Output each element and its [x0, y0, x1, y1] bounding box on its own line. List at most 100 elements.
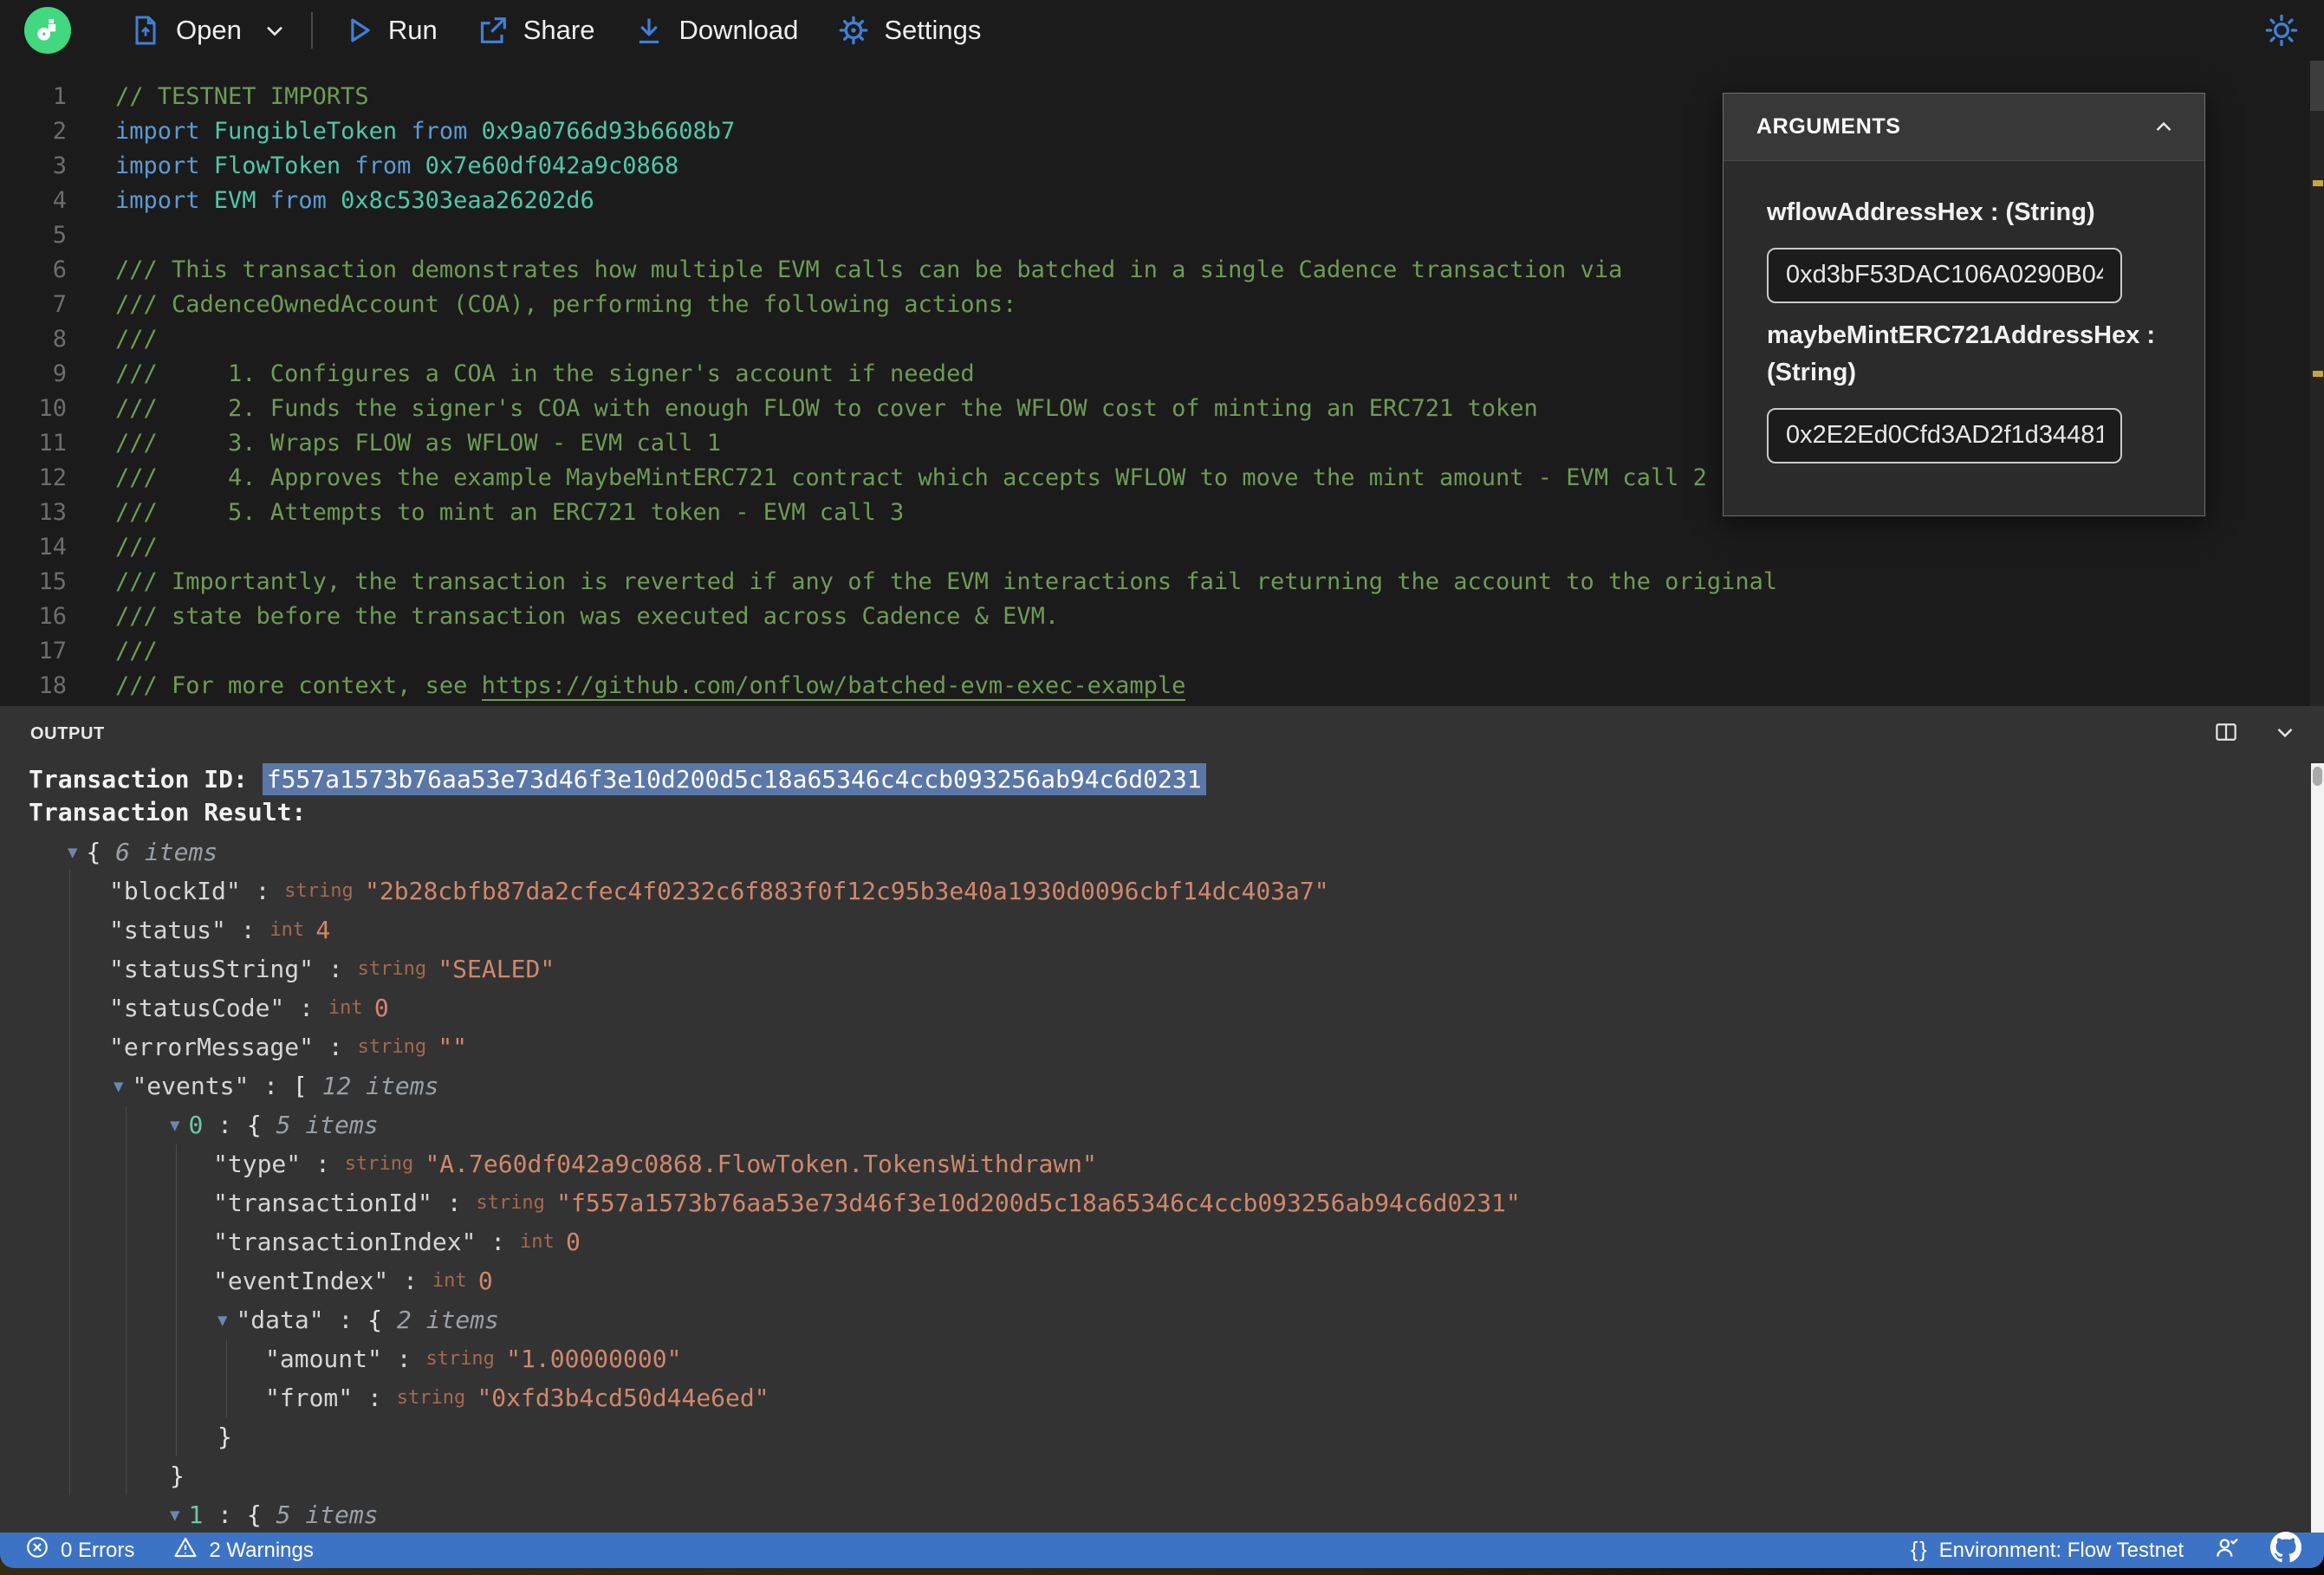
line-number: 10: [38, 395, 67, 422]
maybe-mint-erc721-address-input[interactable]: [1767, 407, 2122, 463]
line-number: 7: [52, 291, 67, 318]
output-scrollbar-thumb[interactable]: [2313, 767, 2322, 786]
download-button[interactable]: Download: [633, 14, 798, 47]
code-line: 14///: [0, 530, 2324, 565]
warning-marker: [2313, 371, 2323, 377]
editor-overview-ruler[interactable]: [2310, 61, 2324, 706]
output-tree-row: "amount" : string "1.00000000": [265, 1345, 682, 1373]
open-dropdown-button[interactable]: [261, 16, 289, 44]
line-number: 15: [38, 568, 67, 595]
settings-label: Settings: [884, 15, 982, 45]
output-tree-row: ▼ 0 : { 5 items: [170, 1111, 379, 1139]
run-label: Run: [387, 15, 438, 45]
open-file-icon: [128, 13, 163, 48]
output-tree-row: "errorMessage" : string "": [109, 1033, 468, 1061]
output-tree-row: "type" : string "A.7e60df042a9c0868.Flow…: [213, 1150, 1097, 1178]
playground-window: Open Run Share Download Settings 1 // TE…: [0, 0, 2324, 1568]
line-number: 8: [52, 326, 67, 353]
theme-toggle-button[interactable]: [2263, 12, 2300, 49]
output-content: Transaction ID: f557a1573b76aa53e73d46f3…: [0, 762, 2324, 1568]
gear-icon: [836, 13, 871, 48]
output-title: OUTPUT: [30, 723, 105, 743]
feedback-person-icon[interactable]: [2213, 1533, 2241, 1567]
open-label: Open: [176, 15, 242, 45]
arguments-panel-body: wflowAddressHex : (String) maybeMintERC7…: [1724, 161, 2204, 515]
output-tree-row: "statusString" : string "SEALED": [109, 955, 555, 983]
line-number: 3: [52, 152, 67, 179]
environment-label: Environment: Flow Testnet: [1938, 1538, 2184, 1562]
code-line: 17///: [0, 634, 2324, 669]
tree-collapse-toggle[interactable]: ▼: [217, 1311, 227, 1330]
github-icon[interactable]: [2270, 1532, 2301, 1568]
settings-button[interactable]: Settings: [836, 13, 981, 48]
code-line: 15/// Importantly, the transaction is re…: [0, 565, 2324, 600]
chevron-up-icon[interactable]: [2151, 114, 2177, 140]
chevron-down-icon[interactable]: [2272, 719, 2298, 749]
warning-triangle-icon: [172, 1534, 198, 1566]
arguments-panel-header[interactable]: ARGUMENTS: [1724, 94, 2204, 161]
status-bar: 0 Errors 2 Warnings {} Environment: Flow…: [0, 1532, 2324, 1568]
line-number: 17: [38, 638, 67, 664]
line-number: 6: [52, 256, 67, 283]
open-button[interactable]: Open: [128, 13, 242, 48]
output-tree-row: "eventIndex" : int 0: [213, 1267, 493, 1295]
transaction-id-line: Transaction ID: f557a1573b76aa53e73d46f3…: [29, 763, 2324, 796]
output-tree-row: ▼{ 6 items: [68, 838, 218, 866]
split-view-icon[interactable]: [2213, 719, 2239, 749]
transaction-id-label: Transaction ID:: [29, 765, 263, 794]
output-tree-row: ▼ 1 : { 5 items: [170, 1500, 379, 1529]
line-number: 11: [38, 430, 67, 457]
share-icon: [476, 13, 510, 48]
line-number: 18: [38, 672, 67, 699]
warnings-status[interactable]: 2 Warnings: [172, 1534, 314, 1566]
output-tree-row: "blockId" : string "2b28cbfb87da2cfec4f0…: [109, 877, 1329, 905]
output-tree-row: }: [217, 1423, 232, 1451]
output-scrollbar[interactable]: [2311, 763, 2324, 1533]
line-number: 14: [38, 534, 67, 561]
download-label: Download: [678, 15, 799, 45]
output-tree-row: "statusCode" : int 0: [109, 994, 389, 1022]
tree-collapse-toggle[interactable]: ▼: [170, 1506, 179, 1525]
output-tree-row: "transactionIndex" : int 0: [213, 1228, 581, 1256]
output-tree-row: "transactionId" : string "f557a1573b76aa…: [213, 1189, 1521, 1217]
wflow-address-input[interactable]: [1767, 247, 2122, 303]
argument-label: wflowAddressHex : (String): [1767, 198, 2095, 226]
code-link[interactable]: https://github.com/onflow/batched-evm-ex…: [481, 672, 1186, 701]
errors-status[interactable]: 0 Errors: [24, 1534, 134, 1566]
errors-label: 0 Errors: [61, 1538, 135, 1562]
run-button[interactable]: Run: [342, 14, 438, 47]
code-line: 18/// For more context, see https://gith…: [0, 669, 2324, 703]
output-tree-row: }: [170, 1462, 185, 1490]
run-icon: [342, 14, 375, 47]
code-editor[interactable]: 1// TESTNET IMPORTS 2 import FungibleToken…: [0, 61, 2324, 706]
line-number: 5: [52, 222, 67, 249]
warning-marker: [2313, 180, 2323, 186]
editor-scrollbar-thumb[interactable]: [2310, 61, 2324, 111]
line-number: 2: [52, 118, 67, 145]
braces-icon: {}: [1910, 1538, 1929, 1562]
output-tree-row: ▼ "data" : { 2 items: [217, 1306, 499, 1334]
tree-collapse-toggle[interactable]: ▼: [114, 1077, 123, 1096]
output-tree-row: ▼ "events" : [ 12 items: [114, 1072, 439, 1100]
output-tree-row: "status" : int 4: [109, 916, 331, 944]
code-line: 16/// state before the transaction was e…: [0, 600, 2324, 634]
tree-collapse-toggle[interactable]: ▼: [170, 1116, 179, 1135]
output-header: OUTPUT: [0, 706, 2324, 762]
transaction-result-label: Transaction Result:: [29, 798, 307, 826]
warnings-label: 2 Warnings: [209, 1538, 314, 1562]
line-number: 13: [38, 499, 67, 526]
argument-label: maybeMintERC721AddressHex : (String): [1767, 321, 2156, 387]
transaction-id-value[interactable]: f557a1573b76aa53e73d46f3e10d200d5c18a653…: [262, 763, 1206, 795]
flow-logo-icon[interactable]: [24, 7, 71, 54]
error-circle-icon: [24, 1534, 50, 1566]
output-panel: OUTPUT Transaction ID: f557a1573b76aa53e…: [0, 706, 2324, 1568]
environment-status[interactable]: {} Environment: Flow Testnet: [1911, 1538, 2184, 1563]
line-number: 4: [52, 187, 67, 214]
line-number: 9: [52, 360, 67, 387]
arguments-panel: ARGUMENTS wflowAddressHex : (String) may…: [1723, 93, 2205, 516]
line-number: 16: [38, 603, 67, 630]
tree-collapse-toggle[interactable]: ▼: [68, 843, 77, 862]
line-number: 1: [52, 83, 67, 110]
share-button[interactable]: Share: [476, 13, 594, 48]
line-number: 12: [38, 464, 67, 491]
